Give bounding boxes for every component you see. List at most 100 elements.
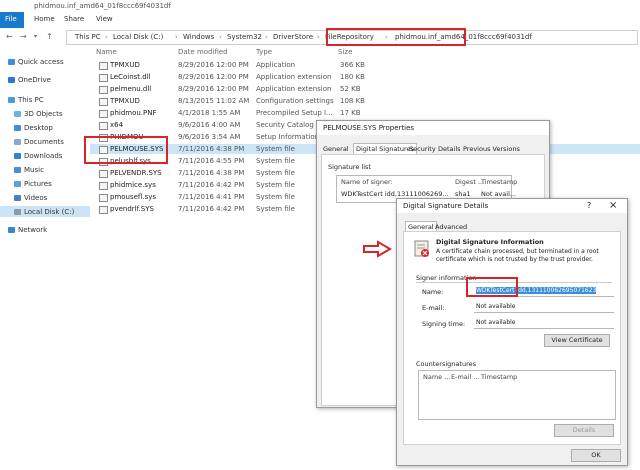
window-title: phidmou.inf_amd64_01f8ccc69f4031df (34, 2, 171, 10)
highlight-folder-path (326, 28, 466, 46)
tab-security[interactable]: Security (409, 145, 436, 153)
tab-digital-signatures[interactable]: Digital Signatures (353, 143, 417, 154)
computer-icon (8, 97, 15, 103)
sidebar-item-documents[interactable]: Documents (14, 138, 64, 146)
file-type: System file (256, 169, 295, 177)
col-digest[interactable]: Digest ... (455, 178, 484, 186)
crumb-this-pc[interactable]: This PC (75, 33, 101, 41)
ok-button[interactable]: OK (571, 449, 621, 462)
column-header-size[interactable]: Size (338, 48, 352, 56)
file-type: Application extension (256, 73, 332, 81)
sidebar-item-desktop[interactable]: Desktop (14, 124, 53, 132)
tab-advanced[interactable]: Advanced (435, 223, 467, 231)
info-title: Digital Signature Information (436, 238, 544, 246)
file-type: System file (256, 193, 295, 201)
signature-list-label: Signature list (328, 163, 371, 171)
cloud-icon (8, 77, 15, 83)
tab-details[interactable]: Details (438, 145, 461, 153)
details-title: Digital Signature Details (403, 202, 489, 210)
arrow-right-icon (363, 240, 392, 258)
crumb-system32[interactable]: System32 (227, 33, 262, 41)
view-certificate-button[interactable]: View Certificate (544, 334, 610, 347)
picture-icon (14, 181, 21, 187)
file-icon (99, 194, 108, 202)
file-type: System file (256, 145, 295, 153)
file-name: LeCoinst.dll (110, 73, 151, 81)
countersignatures-list[interactable]: Name ... E-mail ... Timestamp (418, 370, 616, 420)
file-name: pvendrlf.SYS (110, 205, 154, 213)
sidebar-item-videos[interactable]: Videos (14, 194, 47, 202)
col-name-of-signer[interactable]: Name of signer: (341, 178, 393, 186)
file-row[interactable]: LeCoinst.dll 8/29/2016 12:00 PM Applicatio… (90, 72, 640, 82)
close-icon[interactable]: × (609, 200, 617, 211)
star-icon (8, 59, 15, 65)
file-date: 7/11/2016 4:42 PM (178, 205, 245, 213)
tab-general[interactable]: General (323, 145, 349, 153)
sidebar-item-this-pc[interactable]: This PC (8, 96, 44, 104)
signer-name-cell[interactable]: WDKTestCert idd,13111006269... (341, 190, 449, 198)
recent-dropdown-icon[interactable]: ▾ (34, 33, 37, 40)
help-icon[interactable]: ? (587, 201, 591, 210)
file-date: 9/6/2016 3:54 AM (178, 133, 241, 141)
up-icon[interactable]: ↑ (46, 32, 53, 41)
column-header-type[interactable]: Type (256, 48, 272, 56)
col-counter-timestamp[interactable]: Timestamp (481, 373, 517, 381)
file-icon (99, 62, 108, 70)
file-date: 8/29/2016 12:00 PM (178, 85, 249, 93)
tab-view[interactable]: View (96, 15, 113, 23)
file-date: 7/11/2016 4:42 PM (178, 181, 245, 189)
file-tab[interactable]: File (0, 12, 24, 28)
file-icon (99, 98, 108, 106)
file-icon (99, 110, 108, 118)
col-counter-email[interactable]: E-mail ... (451, 373, 480, 381)
column-header-name[interactable]: Name (96, 48, 117, 56)
file-icon (99, 122, 108, 130)
drive-icon (14, 209, 21, 215)
column-header-date[interactable]: Date modified (178, 48, 228, 56)
sidebar-item-quick-access[interactable]: Quick access (8, 58, 64, 66)
file-row[interactable]: TPMXUD 8/29/2016 12:00 PM Application 366 K… (90, 60, 640, 70)
file-size: 52 KB (340, 85, 361, 93)
music-icon (14, 167, 21, 173)
file-name: TPMXUD (110, 61, 140, 69)
crumb-windows[interactable]: Windows (183, 33, 214, 41)
email-value: Not available (476, 303, 516, 310)
sidebar-item-3d-objects[interactable]: 3D Objects (14, 110, 63, 118)
file-size: 366 KB (340, 61, 365, 69)
crumb-local-disk[interactable]: Local Disk (C:) (113, 33, 163, 41)
tab-share[interactable]: Share (64, 15, 84, 23)
sidebar-item-downloads[interactable]: Downloads (14, 152, 62, 160)
ribbon: File Home Share View (0, 12, 640, 29)
file-type: System file (256, 205, 295, 213)
sidebar-item-onedrive[interactable]: OneDrive (8, 76, 51, 84)
highlight-selected-file (84, 136, 168, 164)
file-row[interactable]: phidmou.PNF 4/1/2018 1:55 AM Precompiled S… (90, 108, 640, 118)
info-text-line1: A certificate chain processed, but termi… (436, 248, 599, 255)
file-type: Security Catalog (256, 121, 314, 129)
cube-icon (14, 111, 21, 117)
col-counter-name[interactable]: Name ... (423, 373, 450, 381)
back-icon[interactable]: ← (6, 32, 13, 41)
sidebar-item-network[interactable]: Network (8, 226, 47, 234)
sidebar-item-local-disk[interactable]: Local Disk (C:) (14, 208, 74, 216)
crumb-driverstore[interactable]: DriverStore (273, 33, 313, 41)
file-name: pmousefl.sys (110, 193, 157, 201)
properties-title: PELMOUSE.SYS Properties (323, 124, 415, 132)
file-name: PELVENDR.SYS (110, 169, 162, 177)
forward-icon[interactable]: → (20, 32, 27, 41)
sidebar-item-pictures[interactable]: Pictures (14, 180, 52, 188)
col-timestamp[interactable]: Timestamp (481, 178, 517, 186)
tab-previous-versions[interactable]: Previous Versions (463, 145, 520, 153)
file-row[interactable]: pelmenu.dll 8/29/2016 12:00 PM Application… (90, 84, 640, 94)
sidebar-item-music[interactable]: Music (14, 166, 44, 174)
file-date: 7/11/2016 4:38 PM (178, 145, 245, 153)
signing-time-field[interactable]: Not available (474, 318, 614, 329)
tab-home[interactable]: Home (34, 15, 55, 23)
email-field[interactable]: Not available (474, 302, 614, 313)
file-row[interactable]: TPMXUD 8/13/2015 11:02 AM Configuration se… (90, 96, 640, 106)
certificate-warning-icon (414, 240, 429, 257)
file-type: Configuration settings (256, 97, 334, 105)
file-name: pelmenu.dll (110, 85, 152, 93)
file-icon (99, 182, 108, 190)
details-button[interactable]: Details (554, 424, 614, 437)
